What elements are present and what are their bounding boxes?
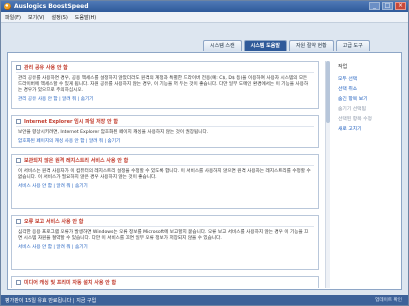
maximize-button[interactable]: □	[382, 2, 393, 10]
card-title: 보관되지 않은 원격 레지스트리 서비스 사용 안 함	[24, 157, 129, 164]
hide-selected-link[interactable]: 숨기기 선택됨	[338, 105, 396, 112]
card-header: 오류 보고 서비스 사용 안 함	[12, 216, 318, 226]
tab-system-advisor[interactable]: 시스템 도움말	[243, 40, 287, 51]
menu-help[interactable]: 도움말(H)	[75, 14, 96, 21]
vertical-scrollbar[interactable]	[325, 61, 330, 288]
card-checkbox[interactable]	[16, 157, 21, 163]
menu-file[interactable]: 파일(F)	[5, 14, 21, 21]
tasks-panel: 작업 모두 선택 선택 취소 숨긴 항목 보기 숨기기 선택됨 선택된 항목 수…	[338, 63, 396, 135]
card-header: Internet Explorer 임시 파일 저장 안 함	[12, 116, 318, 126]
menu-bar: 파일(F) 보기(V) 설정(S) 도움말(H)	[1, 12, 408, 23]
trial-status[interactable]: 평가판이 15일 유효 만료됩니다 | 지금 구입	[5, 297, 96, 304]
advice-card: 오류 보고 서비스 사용 안 함 심각한 응용 프로그램 오류가 발생하면 Wi…	[11, 215, 319, 270]
card-description: 보안을 향상시키려면, Internet Explorer 암호화된 페이지 캐…	[18, 130, 209, 135]
card-header: 미디어 캐싱 및 프리미 자동 설치 사용 안 함	[12, 277, 318, 287]
card-description: 이 서비스는 원격 사용자가 이 컴퓨터의 레지스트리 설정을 수정할 수 있도…	[18, 169, 311, 180]
minimize-button[interactable]: _	[369, 2, 380, 10]
tasks-heading: 작업	[338, 64, 348, 70]
advice-card: Internet Explorer 임시 파일 저장 안 함 보안을 향상시키려…	[11, 115, 319, 148]
card-header: 관리 공유 사용 안 함	[12, 62, 318, 72]
select-all-link[interactable]: 모두 선택	[338, 75, 396, 82]
card-description: 심각한 응용 프로그램 오류가 발생하면 Windows는 오류 정보를 Mic…	[18, 230, 309, 241]
fix-selected-link[interactable]: 선택된 항목 수정	[338, 115, 396, 122]
advice-card: 보관되지 않은 원격 레지스트리 서비스 사용 안 함 이 서비스는 원격 사용…	[11, 154, 319, 209]
card-checkbox[interactable]	[16, 279, 21, 285]
tab-resource-savings[interactable]: 자원 절약 현황	[288, 40, 334, 51]
card-title: 오류 보고 서비스 사용 안 함	[24, 218, 84, 225]
card-description: 관리 공유를 사용하면 경우, 공용 액세스를 설정하지 않았더라도 원격의 계…	[18, 76, 309, 93]
card-action-links[interactable]: 서비스 사용 안 함 | 알려 줘 | 숨기기	[12, 242, 318, 250]
card-title: 미디어 캐싱 및 프리미 자동 설치 사용 안 함	[24, 279, 117, 286]
card-action-links[interactable]: 암호화된 페이지의 캐싱 사용 안 함 | 알려 줘 | 숨기기	[12, 136, 318, 144]
card-title: 관리 공유 사용 안 함	[24, 64, 68, 71]
card-title: Internet Explorer 임시 파일 저장 안 함	[24, 118, 118, 125]
main-content: 관리 공유 사용 안 함 관리 공유를 사용하면 경우, 공용 액세스를 설정하…	[7, 52, 402, 290]
menu-settings[interactable]: 설정(S)	[52, 14, 68, 21]
advice-list: 관리 공유 사용 안 함 관리 공유를 사용하면 경우, 공용 액세스를 설정하…	[11, 61, 323, 288]
menu-view[interactable]: 보기(V)	[28, 14, 45, 21]
deselect-all-link[interactable]: 선택 취소	[338, 85, 396, 92]
app-logo-icon	[4, 3, 11, 10]
title-bar[interactable]: Auslogics BoostSpeed _ □ ×	[1, 1, 408, 12]
card-header: 보관되지 않은 원격 레지스트리 서비스 사용 안 함	[12, 155, 318, 165]
refresh-link[interactable]: 새로 고치기	[338, 125, 396, 132]
card-action-links[interactable]: 관리 공유 사용 안 함 | 알려 줘 | 숨기기	[12, 94, 318, 102]
check-updates-link[interactable]: 업데이트 확인	[375, 297, 402, 303]
status-bar: 평가판이 15일 유효 만료됩니다 | 지금 구입 업데이트 확인	[1, 295, 408, 305]
tab-bar: 시스템 스캔 시스템 도움말 자원 절약 현황 고급 도구	[203, 40, 370, 51]
tab-system-scan[interactable]: 시스템 스캔	[203, 40, 242, 51]
window-controls: _ □ ×	[369, 2, 406, 10]
show-hidden-link[interactable]: 숨긴 항목 보기	[338, 95, 396, 102]
app-window: Auslogics BoostSpeed _ □ × 파일(F) 보기(V) 설…	[0, 0, 409, 306]
card-checkbox[interactable]	[16, 118, 21, 124]
scrollbar-thumb[interactable]	[326, 61, 330, 123]
card-checkbox[interactable]	[16, 218, 21, 224]
card-checkbox[interactable]	[16, 64, 21, 70]
window-title: Auslogics BoostSpeed	[14, 3, 89, 10]
advice-card: 관리 공유 사용 안 함 관리 공유를 사용하면 경우, 공용 액세스를 설정하…	[11, 61, 319, 109]
close-button[interactable]: ×	[395, 2, 406, 10]
tab-advanced-tools[interactable]: 고급 도구	[335, 40, 370, 51]
advice-card: 미디어 캐싱 및 프리미 자동 설치 사용 안 함	[11, 276, 319, 288]
card-action-links[interactable]: 서비스 사용 안 함 | 알려 줘 | 숨기기	[12, 181, 318, 189]
